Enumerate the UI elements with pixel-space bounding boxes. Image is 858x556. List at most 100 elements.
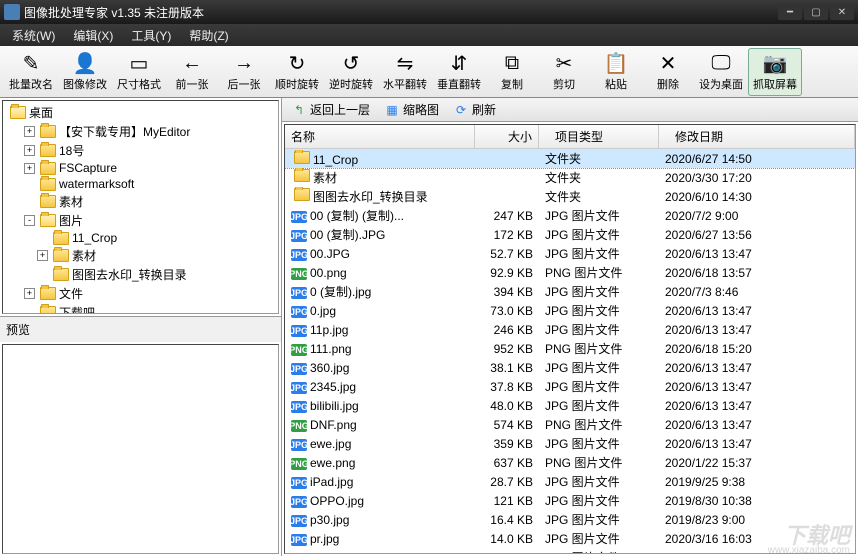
tool-设为桌面[interactable]: 🖵设为桌面 [694,48,748,96]
table-row[interactable]: JPGpr.jpg14.0 KBJPG 图片文件2020/3/16 16:03 [285,529,855,548]
cell-type: PNG 图片文件 [539,415,659,434]
tb2-0[interactable]: ↰返回上一层 [284,98,377,121]
expander-icon[interactable]: + [24,126,35,137]
table-row[interactable]: 11_Crop文件夹2020/6/27 14:50 [285,149,855,168]
list-header: 名称 大小 项目类型 修改日期 [285,125,855,149]
tool-icon: 👤 [73,51,97,75]
cell-date: 2020/6/18 13:57 [659,265,855,281]
cell-size: 121 KB [475,493,539,509]
col-date[interactable]: 修改日期 [659,125,855,148]
cell-name: 素材 [285,168,475,187]
table-row[interactable]: 图图去水印_转换目录文件夹2020/6/10 14:30 [285,187,855,206]
tool-批量改名[interactable]: ✎批量改名 [4,48,58,96]
table-row[interactable]: 素材文件夹2020/3/30 17:20 [285,168,855,187]
col-type[interactable]: 项目类型 [539,125,659,148]
tree-node-1[interactable]: +18号 [3,141,278,160]
file-list[interactable]: 名称 大小 项目类型 修改日期 11_Crop文件夹2020/6/27 14:5… [284,124,856,554]
table-row[interactable]: JPG2345.jpg37.8 KBJPG 图片文件2020/6/13 13:4… [285,377,855,396]
tool-label: 尺寸格式 [117,76,161,92]
cell-size [475,196,539,198]
tool-垂直翻转[interactable]: ⇵垂直翻转 [432,48,486,96]
cell-name: JPGpr.jpg [285,531,475,547]
expander-icon[interactable]: - [24,215,35,226]
tool-后一张[interactable]: →后一张 [218,48,270,96]
tool-复制[interactable]: ⧉复制 [486,48,538,96]
tool-label: 复制 [501,76,523,92]
menu-1[interactable]: 编辑(X) [65,25,121,46]
table-row[interactable]: JPG00 (复制).JPG172 KBJPG 图片文件2020/6/27 13… [285,225,855,244]
cell-type: JPG 图片文件 [539,320,659,339]
minimize-button[interactable]: ━ [778,4,802,20]
tree-node-4[interactable]: 素材 [3,192,278,211]
table-row[interactable]: PNGewe.png637 KBPNG 图片文件2020/1/22 15:37 [285,453,855,472]
table-row[interactable]: JPG00.JPG52.7 KBJPG 图片文件2020/6/13 13:47 [285,244,855,263]
tool-icon: ✂ [552,51,576,75]
png-icon: PNG [291,420,307,432]
expander-icon[interactable]: + [24,145,35,156]
cell-size [475,177,539,179]
tool-水平翻转[interactable]: ⇋水平翻转 [378,48,432,96]
tool-逆时旋转[interactable]: ↺逆时旋转 [324,48,378,96]
close-button[interactable]: ✕ [830,4,854,20]
tree-node-7[interactable]: +素材 [3,246,278,265]
expander-icon[interactable]: + [24,288,35,299]
cell-type: JPG 图片文件 [539,206,659,225]
table-row[interactable]: PNG00.png92.9 KBPNG 图片文件2020/6/18 13:57 [285,263,855,282]
menu-3[interactable]: 帮助(Z) [181,25,236,46]
menubar: 系统(W)编辑(X)工具(Y)帮助(Z) [0,24,858,46]
tb2-2[interactable]: ⟳刷新 [446,98,503,121]
tree-node-10[interactable]: 下载吧 [3,303,278,314]
tool-抓取屏幕[interactable]: 📷抓取屏幕 [748,48,802,96]
table-row[interactable]: JPG0 (复制).jpg394 KBJPG 图片文件2020/7/3 8:46 [285,282,855,301]
cell-size: 359 KB [475,436,539,452]
tool-尺寸格式[interactable]: ▭尺寸格式 [112,48,166,96]
cell-date: 2020/7/2 9:00 [659,208,855,224]
tree-root[interactable]: 桌面 [3,103,278,122]
cell-name: JPG0.jpg [285,303,475,319]
tree-node-5[interactable]: -图片 [3,211,278,230]
folder-tree[interactable]: 桌面+【安下载专用】MyEditor+18号+FSCapturewatermar… [2,100,279,314]
tree-node-9[interactable]: +文件 [3,284,278,303]
table-row[interactable]: JPGp30.jpg16.4 KBJPG 图片文件2019/8/23 9:00 [285,510,855,529]
tool-icon: ⧉ [500,51,524,75]
table-row[interactable]: PNGDNF.png574 KBPNG 图片文件2020/6/13 13:47 [285,415,855,434]
tree-node-8[interactable]: 图图去水印_转换目录 [3,265,278,284]
table-row[interactable]: PNG111.png952 KBPNG 图片文件2020/6/18 15:20 [285,339,855,358]
maximize-button[interactable]: ▢ [804,4,828,20]
col-size[interactable]: 大小 [475,125,539,148]
tree-node-3[interactable]: watermarksoft [3,176,278,192]
tool-删除[interactable]: ✕删除 [642,48,694,96]
tree-label: FSCapture [59,161,117,175]
menu-0[interactable]: 系统(W) [4,25,63,46]
jpg-icon: JPG [291,325,307,337]
tool-图像修改[interactable]: 👤图像修改 [58,48,112,96]
table-row[interactable]: JPGiPad.jpg28.7 KBJPG 图片文件2019/9/25 9:38 [285,472,855,491]
table-row[interactable]: JPGOPPO.jpg121 KBJPG 图片文件2019/8/30 10:38 [285,491,855,510]
tree-node-6[interactable]: 11_Crop [3,230,278,246]
tb2-1[interactable]: ▦缩略图 [377,98,446,121]
tool-剪切[interactable]: ✂剪切 [538,48,590,96]
tool-粘贴[interactable]: 📋粘贴 [590,48,642,96]
cell-name: PNGewe.png [285,455,475,471]
table-row[interactable]: JPG00 (复制) (复制)...247 KBJPG 图片文件2020/7/2… [285,206,855,225]
tool-顺时旋转[interactable]: ↻顺时旋转 [270,48,324,96]
expander-icon[interactable]: + [37,250,48,261]
table-row[interactable]: JPGqq.jpg15.3 KBJPG 图片文件2020/3/11 17:06 [285,548,855,554]
tb2-label: 返回上一层 [310,101,370,118]
tool-前一张[interactable]: ←前一张 [166,48,218,96]
tree-node-0[interactable]: +【安下载专用】MyEditor [3,122,278,141]
png-icon: PNG [291,344,307,356]
cell-name: JPG00.JPG [285,246,475,262]
menu-2[interactable]: 工具(Y) [123,25,179,46]
tool-label: 顺时旋转 [275,76,319,92]
table-row[interactable]: JPGewe.jpg359 KBJPG 图片文件2020/6/13 13:47 [285,434,855,453]
col-name[interactable]: 名称 [285,125,475,148]
tree-node-2[interactable]: + FSCapture [3,160,278,176]
cell-name: JPG0 (复制).jpg [285,282,475,301]
cell-date: 2020/6/13 13:47 [659,417,855,433]
expander-icon[interactable]: + [24,163,35,174]
table-row[interactable]: JPGbilibili.jpg48.0 KBJPG 图片文件2020/6/13 … [285,396,855,415]
table-row[interactable]: JPG11p.jpg246 KBJPG 图片文件2020/6/13 13:47 [285,320,855,339]
table-row[interactable]: JPG360.jpg38.1 KBJPG 图片文件2020/6/13 13:47 [285,358,855,377]
table-row[interactable]: JPG0.jpg73.0 KBJPG 图片文件2020/6/13 13:47 [285,301,855,320]
